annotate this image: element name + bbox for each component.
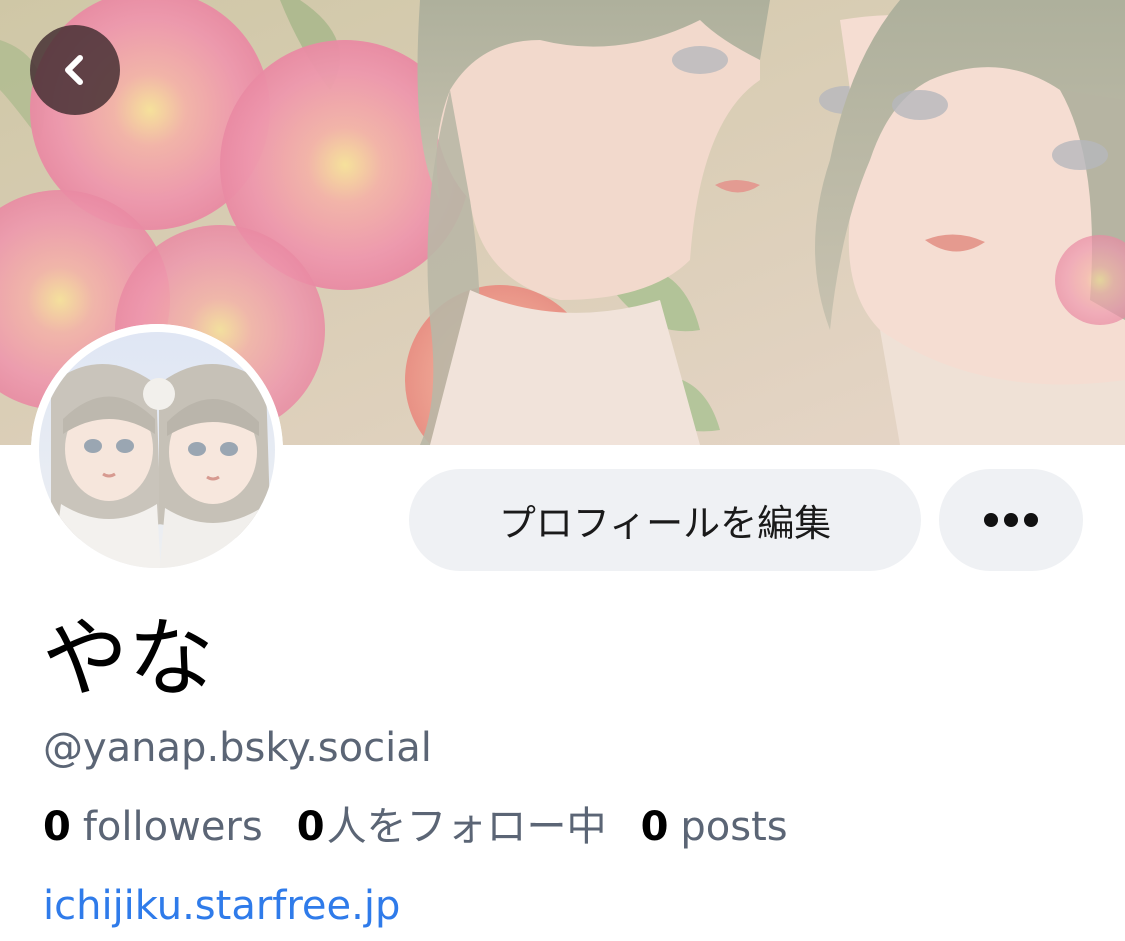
- followers-stat[interactable]: 0 followers: [43, 801, 263, 853]
- back-button[interactable]: [30, 25, 120, 115]
- profile-page: プロフィールを編集 やな @yanap.bsky.social 0 follow…: [0, 0, 1125, 941]
- following-label: 人をフォロー中: [326, 804, 607, 850]
- posts-label: posts: [680, 804, 788, 850]
- chevron-left-icon: [65, 55, 83, 85]
- following-stat[interactable]: 0 人をフォロー中: [297, 801, 607, 853]
- profile-stats: 0 followers 0 人をフォロー中 0 posts: [43, 801, 788, 853]
- more-options-button[interactable]: [939, 469, 1083, 571]
- following-count: 0: [296, 804, 325, 850]
- edit-profile-button[interactable]: プロフィールを編集: [409, 469, 921, 571]
- posts-count: 0: [640, 804, 669, 850]
- posts-stat: 0 posts: [641, 801, 788, 853]
- display-name: やな: [42, 609, 214, 709]
- website-link[interactable]: ichijiku.starfree.jp: [43, 880, 400, 932]
- avatar[interactable]: [31, 324, 283, 576]
- user-handle: @yanap.bsky.social: [43, 725, 432, 771]
- ellipsis-icon: [984, 513, 1038, 527]
- followers-label: followers: [82, 804, 263, 850]
- followers-count: 0: [43, 804, 71, 850]
